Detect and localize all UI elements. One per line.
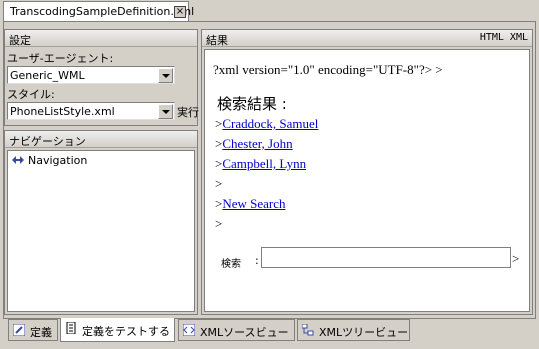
xml-declaration: ?xml version="1.0" encoding="UTF-8"?> >: [213, 62, 443, 77]
tab-definition[interactable]: 定義: [8, 319, 58, 341]
navigation-pane: ナビゲーション Navigation: [4, 130, 198, 315]
xml-source-icon: [183, 324, 195, 336]
style-label: スタイル:: [7, 88, 55, 101]
pen-icon: [13, 324, 25, 336]
style-value: PhoneListStyle.xml: [10, 105, 115, 118]
settings-title: 設定: [5, 30, 197, 47]
tab-xml-tree-view[interactable]: XMLツリービュー: [297, 319, 410, 341]
style-select[interactable]: PhoneListStyle.xml: [7, 102, 175, 120]
user-agent-value: Generic_WML: [10, 69, 85, 82]
style-dropdown-button[interactable]: [158, 104, 173, 119]
navigation-tree: Navigation: [7, 150, 195, 312]
result-pane: 結果 HTML XML ?xml version="1.0" encoding=…: [201, 29, 533, 315]
close-icon: ×: [175, 6, 185, 17]
result-line: >: [215, 176, 223, 191]
tab-label: 定義をテストする: [82, 325, 170, 338]
result-mode-toggle[interactable]: HTML XML: [480, 32, 528, 43]
result-link[interactable]: Craddock, Samuel: [222, 116, 318, 131]
tab-label: XMLソースビュー: [200, 326, 289, 339]
run-button[interactable]: 実行: [177, 104, 199, 120]
result-line: >Chester, John: [215, 136, 293, 151]
result-body: ?xml version="1.0" encoding="UTF-8"?> > …: [204, 49, 530, 312]
tree-icon: [302, 324, 314, 336]
result-line: >Campbell, Lynn: [215, 156, 307, 171]
result-heading: 検索結果 :: [217, 95, 287, 113]
new-search-link[interactable]: New Search: [222, 196, 285, 211]
result-link[interactable]: Campbell, Lynn: [222, 156, 306, 171]
document-icon: [66, 322, 76, 334]
search-suffix: >: [512, 251, 520, 266]
close-tab-button[interactable]: ×: [174, 6, 186, 18]
chevron-down-icon: [162, 110, 170, 114]
search-label: 検索: [221, 259, 241, 270]
search-colon: :: [255, 254, 259, 267]
tree-item-label: Navigation: [28, 154, 88, 167]
navigation-icon: [12, 156, 24, 164]
tab-label: XMLツリービュー: [319, 326, 409, 339]
result-line: >New Search: [215, 196, 286, 211]
editor-tab[interactable]: TranscodingSampleDefinition.xml ×: [3, 1, 194, 21]
editor-tab-title: TranscodingSampleDefinition.xml: [10, 5, 195, 18]
tab-label: 定義: [30, 326, 52, 339]
result-line: >: [215, 216, 223, 231]
chevron-down-icon: [162, 74, 170, 78]
result-line: >Craddock, Samuel: [215, 116, 319, 131]
user-agent-dropdown-button[interactable]: [158, 68, 173, 83]
user-agent-select[interactable]: Generic_WML: [7, 66, 175, 84]
settings-pane: 設定 ユーザ-エージェント: Generic_WML スタイル: PhoneLi…: [4, 29, 199, 126]
search-input[interactable]: [261, 247, 511, 268]
tab-xml-source-view[interactable]: XMLソースビュー: [178, 319, 295, 341]
tab-test-definition[interactable]: 定義をテストする: [60, 318, 175, 342]
result-link[interactable]: Chester, John: [222, 136, 292, 151]
user-agent-label: ユーザ-エージェント:: [7, 52, 114, 65]
navigation-title: ナビゲーション: [5, 131, 197, 148]
